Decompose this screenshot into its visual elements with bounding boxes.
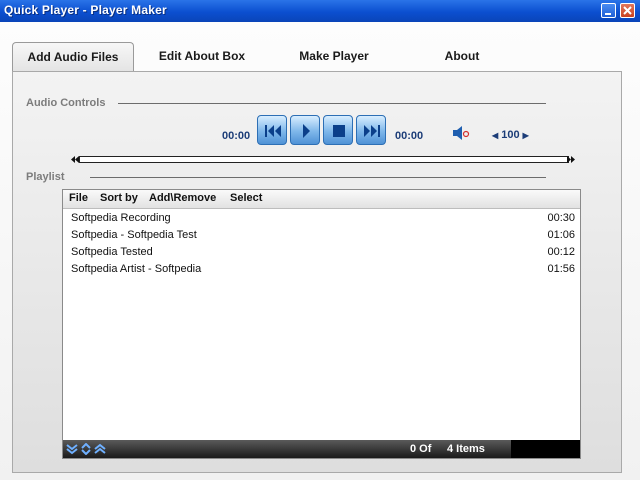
volume-level: 100 <box>501 129 520 141</box>
playlist-item[interactable]: Softpedia Tested 00:12 <box>71 244 575 261</box>
playlist-position: 0 Of <box>410 443 432 455</box>
seek-track[interactable] <box>79 156 569 163</box>
audio-controls-divider <box>118 103 546 104</box>
tab-bar: Add Audio Files Edit About Box Make Play… <box>12 42 532 73</box>
track-duration: 00:30 <box>547 212 575 224</box>
speaker-icon <box>453 126 470 140</box>
seek-end-icon <box>567 156 575 163</box>
minimize-icon <box>605 13 611 15</box>
skip-back-icon <box>265 125 281 137</box>
playlist-label: Playlist <box>26 171 65 183</box>
track-duration: 01:56 <box>547 263 575 275</box>
tab-make-player[interactable]: Make Player <box>272 42 396 72</box>
playlist-item[interactable]: Softpedia - Softpedia Test 01:06 <box>71 227 575 244</box>
track-duration: 01:06 <box>547 229 575 241</box>
move-top-icon[interactable] <box>94 443 106 455</box>
previous-button[interactable] <box>257 115 287 145</box>
total-time: 00:00 <box>395 130 424 142</box>
playlist-panel: File Sort by Add\Remove Select Softpedia… <box>62 189 581 459</box>
play-icon <box>303 124 310 138</box>
minimize-button[interactable] <box>601 3 616 18</box>
move-up-down-icon[interactable] <box>80 443 92 455</box>
tab-edit-about-box[interactable]: Edit About Box <box>142 42 262 72</box>
playlist-divider <box>90 177 546 178</box>
elapsed-time: 00:00 <box>222 130 251 142</box>
playlist-footer: 0 Of 4 Items <box>63 440 580 458</box>
volume-button[interactable] <box>452 125 470 146</box>
tab-about[interactable]: About <box>408 42 516 72</box>
playlist-item[interactable]: Softpedia Recording 00:30 <box>71 210 575 227</box>
main-window: Add Audio Files Edit About Box Make Play… <box>0 22 640 480</box>
playlist-menu: File Sort by Add\Remove Select <box>63 190 580 209</box>
stop-icon <box>333 125 345 137</box>
menu-file[interactable]: File <box>69 192 88 204</box>
title-bar: Quick Player - Player Maker <box>0 0 640 22</box>
menu-select[interactable]: Select <box>230 192 262 204</box>
playlist-item[interactable]: Softpedia Artist - Softpedia 01:56 <box>71 261 575 278</box>
audio-controls-label: Audio Controls <box>26 97 106 109</box>
close-icon <box>623 6 632 15</box>
close-button[interactable] <box>620 3 635 18</box>
track-name: Softpedia Artist - Softpedia <box>71 263 202 275</box>
menu-add-remove[interactable]: Add\Remove <box>149 192 216 204</box>
tab-add-audio-files[interactable]: Add Audio Files <box>12 42 134 73</box>
menu-sort-by[interactable]: Sort by <box>100 192 138 204</box>
playlist-count: 4 Items <box>447 443 485 455</box>
volume-down-icon[interactable]: ◀ <box>492 131 498 140</box>
seek-bar[interactable] <box>71 156 575 163</box>
skip-forward-icon <box>364 125 380 137</box>
track-name: Softpedia Tested <box>71 246 153 258</box>
window-title: Quick Player - Player Maker <box>4 3 167 17</box>
move-bottom-icon[interactable] <box>66 443 78 455</box>
next-button[interactable] <box>356 115 386 145</box>
footer-bar <box>63 440 511 458</box>
track-name: Softpedia - Softpedia Test <box>71 229 197 241</box>
play-button[interactable] <box>290 115 320 145</box>
seek-start-icon <box>71 156 79 163</box>
track-duration: 00:12 <box>547 246 575 258</box>
track-name: Softpedia Recording <box>71 212 171 224</box>
volume-up-icon[interactable]: ▶ <box>523 131 529 140</box>
volume-control[interactable]: ◀ 100 ▶ <box>492 129 529 141</box>
stop-button[interactable] <box>323 115 353 145</box>
